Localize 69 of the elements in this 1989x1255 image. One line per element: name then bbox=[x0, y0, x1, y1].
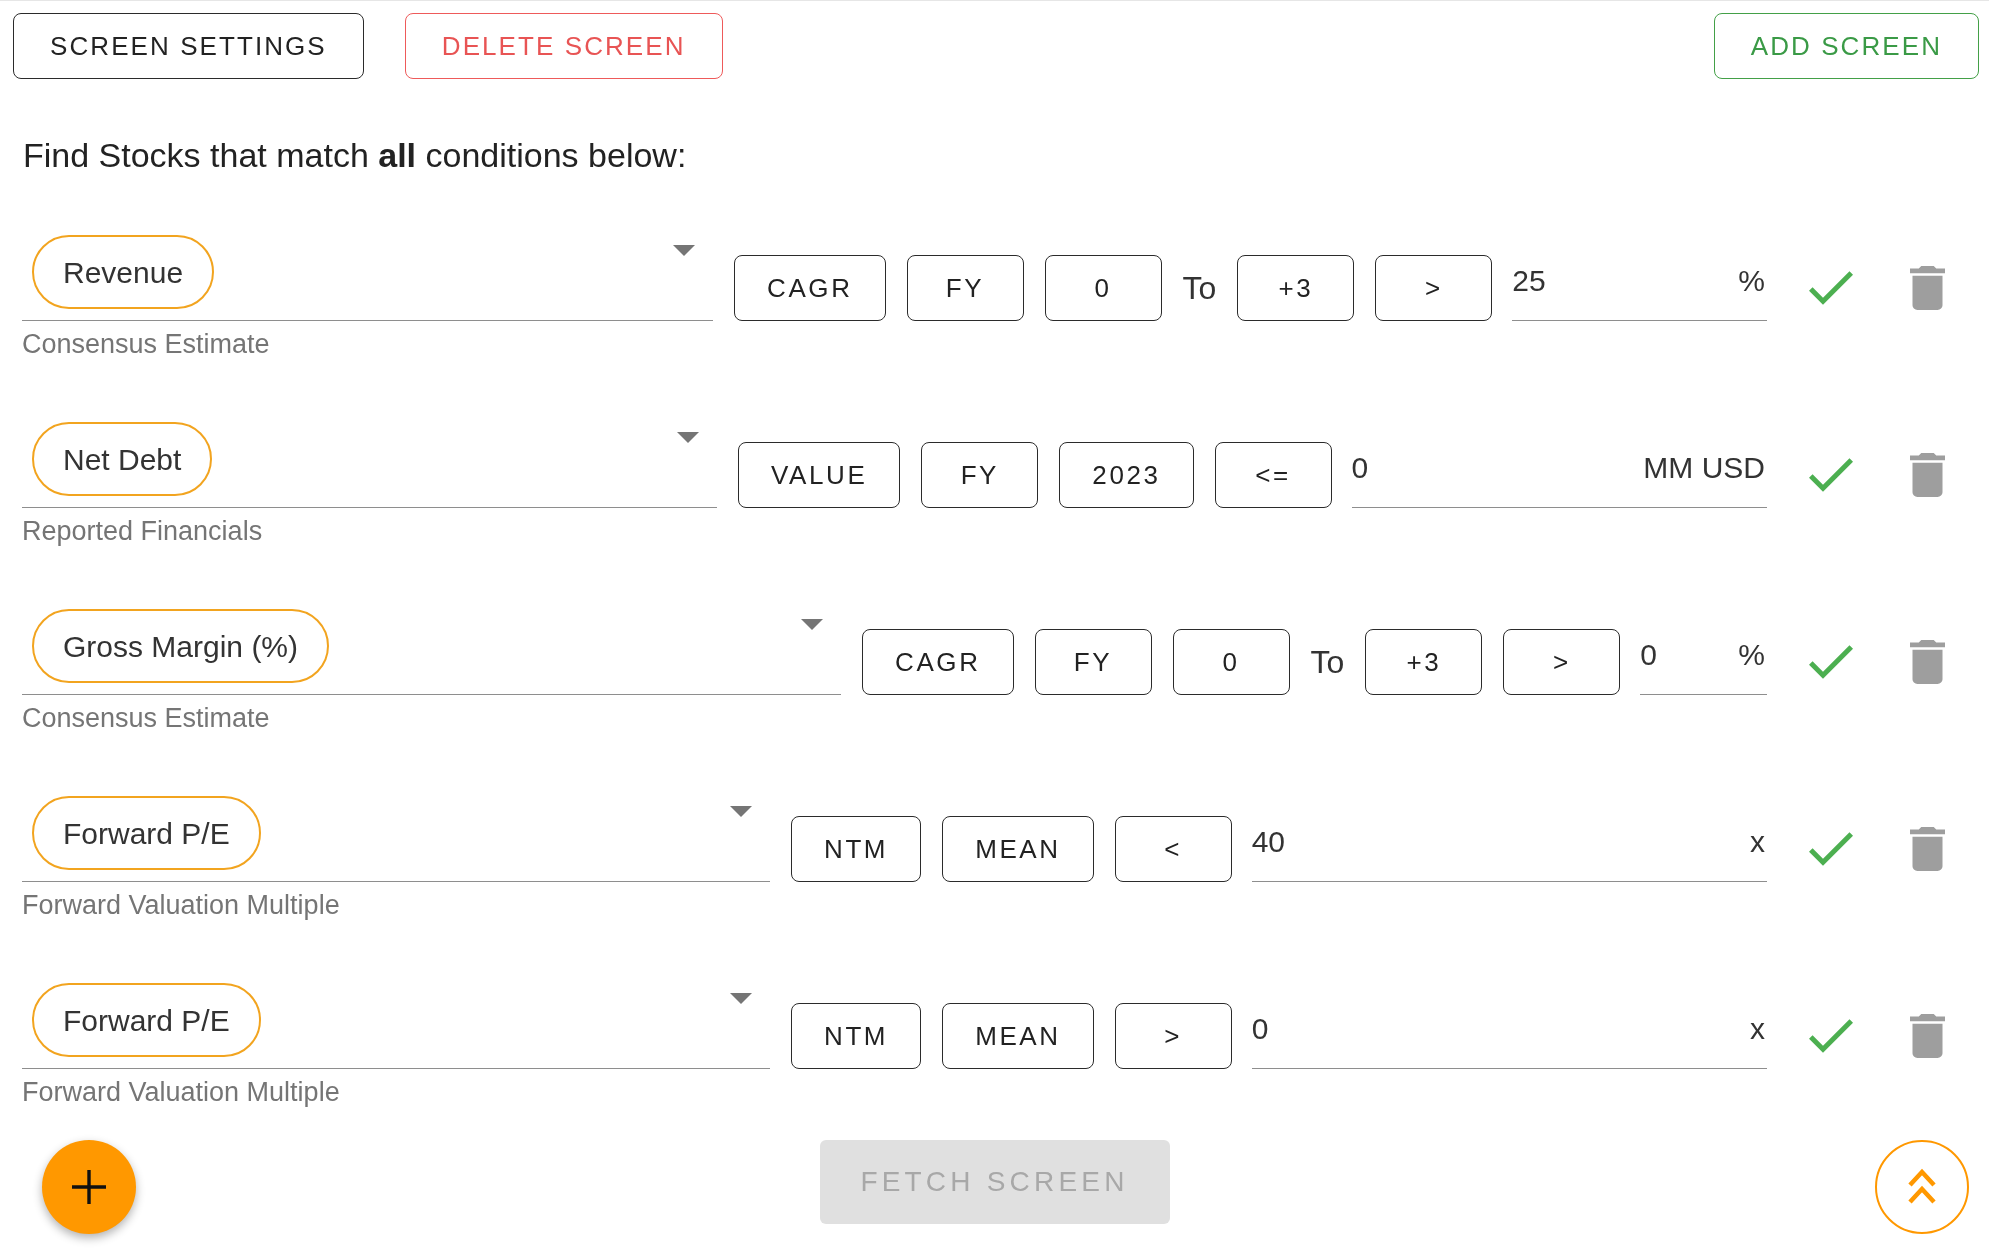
option-button[interactable]: < bbox=[1114, 816, 1232, 882]
dropdown-arrow-icon bbox=[730, 993, 752, 1004]
value-text: 40 bbox=[1251, 824, 1286, 860]
option-button[interactable]: 0 bbox=[1172, 629, 1290, 695]
metric-select[interactable]: Forward P/E bbox=[22, 796, 770, 882]
value-field[interactable]: 0 % bbox=[1640, 629, 1767, 695]
value-field[interactable]: 0 x bbox=[1251, 1003, 1767, 1069]
add-button[interactable]: ADD SCREEN bbox=[1713, 13, 1979, 79]
value-text: 0 bbox=[1640, 637, 1657, 673]
unit-label: x bbox=[1750, 824, 1765, 860]
add-button[interactable] bbox=[42, 1140, 136, 1234]
metric-chip: Revenue bbox=[32, 235, 215, 309]
metric-select[interactable]: Net Debt bbox=[22, 422, 717, 508]
dropdown-arrow-icon bbox=[677, 432, 699, 443]
delete-button[interactable]: DELETE SCREEN bbox=[404, 13, 723, 79]
delete-icon[interactable] bbox=[1910, 266, 1945, 310]
option-button[interactable]: FY bbox=[1034, 629, 1152, 695]
option-button[interactable]: MEAN bbox=[942, 816, 1094, 882]
range-label: To bbox=[1182, 269, 1217, 308]
option-button[interactable]: CAGR bbox=[862, 629, 1014, 695]
option-button[interactable]: > bbox=[1114, 1003, 1232, 1069]
delete-icon[interactable] bbox=[1910, 640, 1945, 684]
heading-text: Find Stocks that match all conditions below: bbox=[23, 136, 687, 174]
metric-chip: Gross Margin (%) bbox=[32, 609, 330, 683]
metric-select[interactable]: Revenue bbox=[22, 235, 713, 321]
dropdown-arrow-icon bbox=[730, 806, 752, 817]
unit-label: x bbox=[1750, 1011, 1765, 1047]
metric-chip: Net Debt bbox=[32, 422, 213, 496]
unit-label: % bbox=[1738, 263, 1765, 299]
source-label: Consensus Estimate bbox=[22, 702, 270, 734]
metric-chip: Forward P/E bbox=[32, 983, 261, 1057]
delete-icon[interactable] bbox=[1910, 453, 1945, 497]
option-button[interactable]: <= bbox=[1214, 442, 1332, 508]
option-button[interactable]: FY bbox=[906, 255, 1024, 321]
metric-select[interactable]: Forward P/E bbox=[22, 983, 770, 1069]
range-label: To bbox=[1310, 643, 1345, 682]
value-field[interactable]: 25 % bbox=[1512, 255, 1767, 321]
option-button[interactable]: +3 bbox=[1365, 629, 1483, 695]
option-button[interactable]: VALUE bbox=[738, 442, 901, 508]
option-button[interactable]: CAGR bbox=[734, 255, 886, 321]
option-button[interactable]: FY bbox=[921, 442, 1039, 508]
metric-select[interactable]: Gross Margin (%) bbox=[22, 609, 841, 695]
option-button[interactable]: > bbox=[1375, 255, 1493, 321]
option-button[interactable]: > bbox=[1503, 629, 1621, 695]
option-button[interactable]: 2023 bbox=[1059, 442, 1194, 508]
value-text: 0 bbox=[1251, 1011, 1269, 1047]
dropdown-arrow-icon bbox=[801, 619, 823, 630]
value-field[interactable]: 0 MM USD bbox=[1351, 442, 1767, 508]
metric-chip: Forward P/E bbox=[32, 796, 261, 870]
value-text: 0 bbox=[1351, 450, 1369, 486]
value-text: 25 bbox=[1512, 263, 1546, 299]
settings-button[interactable]: SCREEN SETTINGS bbox=[13, 13, 364, 79]
source-label: Reported Financials bbox=[22, 515, 263, 547]
delete-icon[interactable] bbox=[1910, 827, 1945, 871]
source-label: Forward Valuation Multiple bbox=[22, 889, 340, 921]
fetch-screen-button: FETCH SCREEN bbox=[819, 1140, 1170, 1224]
delete-icon[interactable] bbox=[1910, 1014, 1945, 1058]
source-label: Consensus Estimate bbox=[22, 328, 270, 360]
option-button[interactable]: 0 bbox=[1044, 255, 1162, 321]
option-button[interactable]: MEAN bbox=[942, 1003, 1094, 1069]
option-button[interactable]: NTM bbox=[791, 816, 922, 882]
option-button[interactable]: NTM bbox=[791, 1003, 922, 1069]
unit-label: MM USD bbox=[1643, 450, 1765, 486]
option-button[interactable]: +3 bbox=[1237, 255, 1355, 321]
source-label: Forward Valuation Multiple bbox=[22, 1076, 340, 1108]
plus-icon bbox=[72, 1170, 106, 1204]
unit-label: % bbox=[1738, 637, 1765, 673]
value-field[interactable]: 40 x bbox=[1251, 816, 1767, 882]
dropdown-arrow-icon bbox=[673, 245, 695, 256]
